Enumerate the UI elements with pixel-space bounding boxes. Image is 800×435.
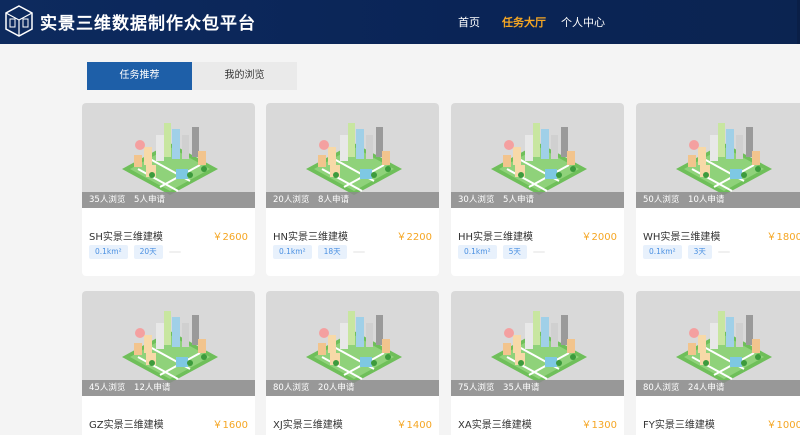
task-stats: 35人浏览 5人申请 bbox=[82, 192, 255, 208]
task-thumbnail: 35人浏览 5人申请 bbox=[82, 103, 255, 208]
nav-home[interactable]: 首页 bbox=[458, 0, 480, 44]
task-card[interactable]: 80人浏览 20人申请 XJ实景三维建模 ￥1400 bbox=[266, 291, 439, 435]
task-name: FY实景三维建模 bbox=[643, 420, 715, 431]
tab-recommended[interactable]: 任务推荐 bbox=[87, 62, 192, 90]
duration-tag: 20天 bbox=[133, 245, 163, 259]
task-thumbnail: 45人浏览 12人申请 bbox=[82, 291, 255, 396]
task-card[interactable]: 45人浏览 12人申请 GZ实景三维建模 ￥1600 bbox=[82, 291, 255, 435]
task-name: WH实景三维建模 bbox=[643, 232, 721, 243]
nav-task-hall[interactable]: 任务大厅 bbox=[502, 0, 546, 44]
apply-count: 12人申请 bbox=[134, 383, 171, 393]
task-stats: 80人浏览 20人申请 bbox=[266, 380, 439, 396]
task-price: ￥2200 bbox=[396, 232, 432, 243]
task-card[interactable]: 30人浏览 5人申请 HH实景三维建模 ￥2000 0.1km² 5天 bbox=[451, 103, 624, 276]
task-price: ￥2600 bbox=[212, 232, 248, 243]
task-name: HN实景三维建模 bbox=[273, 232, 348, 243]
area-tag: 0.1km² bbox=[458, 245, 497, 259]
task-tags: 0.1km² 18天 bbox=[273, 245, 365, 259]
task-thumbnail: 80人浏览 24人申请 bbox=[636, 291, 800, 396]
top-header: 实景三维数据制作众包平台 首页 任务大厅 个人中心 bbox=[0, 0, 800, 44]
task-stats: 75人浏览 35人申请 bbox=[451, 380, 624, 396]
task-card[interactable]: 75人浏览 35人申请 XA实景三维建模 ￥1300 bbox=[451, 291, 624, 435]
task-card[interactable]: 20人浏览 8人申请 HN实景三维建模 ￥2200 0.1km² 18天 bbox=[266, 103, 439, 276]
extra-tag bbox=[532, 251, 545, 253]
task-card[interactable]: 80人浏览 24人申请 FY实景三维建模 ￥1000 bbox=[636, 291, 800, 435]
view-count: 50人浏览 bbox=[643, 195, 680, 205]
task-stats: 80人浏览 24人申请 bbox=[636, 380, 800, 396]
site-title: 实景三维数据制作众包平台 bbox=[40, 14, 256, 34]
area-tag: 0.1km² bbox=[643, 245, 682, 259]
task-thumbnail: 80人浏览 20人申请 bbox=[266, 291, 439, 396]
task-thumbnail: 20人浏览 8人申请 bbox=[266, 103, 439, 208]
extra-tag bbox=[717, 251, 730, 253]
apply-count: 8人申请 bbox=[318, 195, 349, 205]
city-3d-model-icon bbox=[676, 311, 772, 383]
duration-tag: 18天 bbox=[317, 245, 347, 259]
duration-tag: 5天 bbox=[502, 245, 527, 259]
view-count: 30人浏览 bbox=[458, 195, 495, 205]
view-count: 35人浏览 bbox=[89, 195, 126, 205]
task-thumbnail: 50人浏览 10人申请 bbox=[636, 103, 800, 208]
task-tags: 0.1km² 5天 bbox=[458, 245, 545, 259]
city-3d-model-icon bbox=[122, 311, 218, 383]
platform-logo-icon[interactable] bbox=[4, 4, 34, 40]
apply-count: 24人申请 bbox=[688, 383, 725, 393]
task-price: ￥2000 bbox=[581, 232, 617, 243]
task-price: ￥1300 bbox=[581, 420, 617, 431]
city-3d-model-icon bbox=[122, 123, 218, 195]
task-name: SH实景三维建模 bbox=[89, 232, 163, 243]
task-card[interactable]: 35人浏览 5人申请 SH实景三维建模 ￥2600 0.1km² 20天 bbox=[82, 103, 255, 276]
area-tag: 0.1km² bbox=[273, 245, 312, 259]
task-name: HH实景三维建模 bbox=[458, 232, 534, 243]
nav-personal-center[interactable]: 个人中心 bbox=[561, 0, 605, 44]
view-count: 80人浏览 bbox=[273, 383, 310, 393]
apply-count: 5人申请 bbox=[134, 195, 165, 205]
task-stats: 20人浏览 8人申请 bbox=[266, 192, 439, 208]
city-3d-model-icon bbox=[306, 123, 402, 195]
duration-tag: 3天 bbox=[687, 245, 712, 259]
city-3d-model-icon bbox=[676, 123, 772, 195]
task-price: ￥1600 bbox=[212, 420, 248, 431]
task-price: ￥1800 bbox=[766, 232, 800, 243]
apply-count: 10人申请 bbox=[688, 195, 725, 205]
apply-count: 35人申请 bbox=[503, 383, 540, 393]
task-stats: 30人浏览 5人申请 bbox=[451, 192, 624, 208]
task-price: ￥1000 bbox=[766, 420, 800, 431]
apply-count: 5人申请 bbox=[503, 195, 534, 205]
task-name: XA实景三维建模 bbox=[458, 420, 532, 431]
task-thumbnail: 75人浏览 35人申请 bbox=[451, 291, 624, 396]
task-tags: 0.1km² 3天 bbox=[643, 245, 730, 259]
view-count: 80人浏览 bbox=[643, 383, 680, 393]
area-tag: 0.1km² bbox=[89, 245, 128, 259]
tab-my-browsing[interactable]: 我的浏览 bbox=[192, 62, 297, 90]
task-stats: 45人浏览 12人申请 bbox=[82, 380, 255, 396]
city-3d-model-icon bbox=[491, 123, 587, 195]
view-count: 20人浏览 bbox=[273, 195, 310, 205]
task-name: XJ实景三维建模 bbox=[273, 420, 343, 431]
city-3d-model-icon bbox=[306, 311, 402, 383]
city-3d-model-icon bbox=[491, 311, 587, 383]
task-price: ￥1400 bbox=[396, 420, 432, 431]
task-tabs: 任务推荐 我的浏览 bbox=[87, 62, 297, 90]
view-count: 45人浏览 bbox=[89, 383, 126, 393]
extra-tag bbox=[352, 251, 365, 253]
extra-tag bbox=[168, 251, 181, 253]
task-thumbnail: 30人浏览 5人申请 bbox=[451, 103, 624, 208]
task-name: GZ实景三维建模 bbox=[89, 420, 164, 431]
apply-count: 20人申请 bbox=[318, 383, 355, 393]
task-tags: 0.1km² 20天 bbox=[89, 245, 181, 259]
task-stats: 50人浏览 10人申请 bbox=[636, 192, 800, 208]
view-count: 75人浏览 bbox=[458, 383, 495, 393]
task-card[interactable]: 50人浏览 10人申请 WH实景三维建模 ￥1800 0.1km² 3天 bbox=[636, 103, 800, 276]
